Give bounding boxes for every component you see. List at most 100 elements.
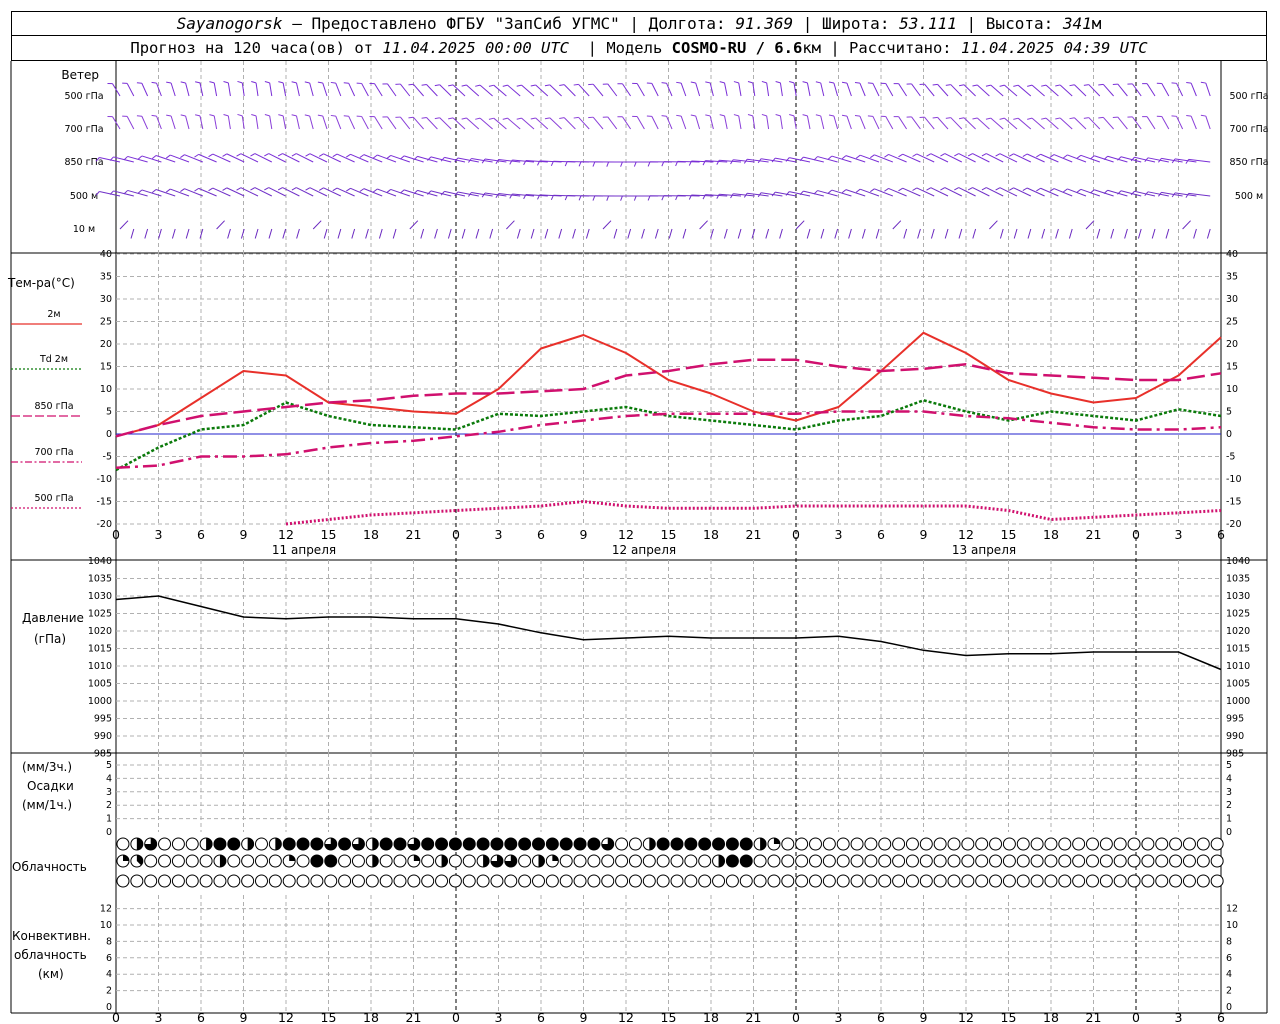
wind-barb-flag [564, 161, 568, 167]
hour-label: 12 [958, 527, 974, 542]
wind-barb-flag [488, 117, 494, 120]
wind-barb-flag [194, 153, 199, 158]
cloud-symbol [573, 837, 587, 851]
conv-tick: 12 [100, 904, 112, 915]
precip-tick-right: 2 [1226, 800, 1232, 811]
wind-barb-flag [1022, 153, 1028, 158]
wind-barb [861, 228, 866, 239]
precip-tick: 4 [106, 773, 112, 784]
cloud-symbol [310, 874, 324, 888]
wind-barb [820, 82, 825, 97]
wind-barb [654, 228, 659, 239]
cloud-symbol [545, 837, 559, 851]
cloud-symbol [435, 837, 449, 851]
wind-barb-flag [448, 84, 454, 87]
wind-barb [872, 83, 880, 97]
cloud-circle [795, 837, 809, 851]
wind-barb-flag [1083, 117, 1089, 119]
pressure-tick: 1010 [88, 661, 112, 672]
cloud-circle [518, 874, 532, 888]
wind-barb-flag [1036, 153, 1041, 158]
cloud-fill [463, 838, 476, 850]
cloud-symbol [1169, 874, 1183, 888]
wind-barb-flag [1069, 84, 1075, 87]
cloud-symbol [795, 854, 809, 868]
cloud-symbol [1044, 837, 1058, 851]
cloud-symbol [199, 874, 213, 888]
wind-barb [1146, 116, 1156, 130]
wind-level-label-right: 700 гПа [1229, 124, 1268, 135]
cloud-symbol [421, 854, 435, 868]
temp-tick-right: 15 [1226, 362, 1238, 373]
cloud-symbol [268, 874, 282, 888]
wind-barb [507, 117, 521, 130]
cloud-symbol [864, 854, 878, 868]
cloud-symbol [462, 874, 476, 888]
cloud-symbol [905, 837, 919, 851]
cloud-circle [185, 854, 199, 868]
cloud-symbol [1058, 874, 1072, 888]
wind-barb [627, 228, 632, 239]
wind-barb [820, 228, 825, 239]
cloud-circle [892, 854, 906, 868]
wind-barb-flag [400, 155, 405, 160]
cloud-circle [462, 874, 476, 888]
cloud-fill [421, 838, 434, 850]
cloud-symbol [268, 854, 282, 868]
cloud-symbol [878, 854, 892, 868]
cloud-circle [1099, 854, 1113, 868]
cloud-circle [947, 874, 961, 888]
cloud-circle [781, 837, 795, 851]
cloud-symbol [656, 837, 670, 851]
wind-barb-flag [573, 83, 579, 86]
wind-barb [1074, 117, 1087, 130]
wind-barb [636, 83, 645, 97]
cloud-symbol [684, 874, 698, 888]
wind-barb [1132, 83, 1142, 97]
wind-barb [944, 187, 963, 197]
cloud-circle [864, 837, 878, 851]
wind-barb-flag [195, 81, 201, 84]
wind-barb-flag [1041, 84, 1047, 87]
cloud-symbol [1113, 837, 1127, 851]
wind-barb [226, 153, 245, 163]
wind-barb-flag [813, 190, 818, 195]
precip-tick: 0 [106, 827, 112, 838]
cloud-symbol [1086, 854, 1099, 868]
cloud-symbol [753, 854, 767, 868]
cloud-symbol [836, 854, 850, 868]
cloud-circle [892, 874, 906, 888]
cloud-symbol [628, 854, 642, 868]
cloud-circle [1072, 874, 1086, 888]
cloud-circle [241, 874, 255, 888]
wind-barb [1055, 228, 1059, 239]
pressure-unit: (гПа) [34, 632, 66, 646]
wind-barb [806, 228, 811, 239]
wind-barb-flag [884, 188, 889, 192]
conv-title-2: облачность [14, 948, 87, 962]
cloud-symbol [504, 874, 518, 888]
cloud-symbol [809, 854, 822, 868]
wind-barb [958, 228, 963, 239]
cloud-symbol [1182, 854, 1196, 868]
wind-barb [212, 187, 231, 197]
wind-barb-flag [250, 187, 256, 191]
wind-barb [322, 82, 328, 97]
wind-barb-flag [676, 81, 682, 84]
wind-barb [309, 82, 314, 97]
cloud-symbol [393, 837, 407, 851]
wind-barb-flag [958, 117, 965, 120]
temp-tick: 40 [100, 249, 112, 260]
cloud-circle [670, 854, 684, 868]
temp-tick-right: 10 [1226, 384, 1238, 395]
wind-barb [144, 228, 149, 239]
wind-barb [309, 187, 328, 197]
cloud-circle [905, 854, 919, 868]
pressure-tick: 990 [94, 731, 112, 742]
cloud-circle [809, 874, 822, 888]
cloud-fill [227, 838, 240, 850]
wind-barb-flag [1055, 84, 1061, 87]
cloud-symbol [961, 837, 975, 851]
wind-barb-flag [421, 84, 427, 86]
wind-barb-flag [932, 116, 938, 119]
